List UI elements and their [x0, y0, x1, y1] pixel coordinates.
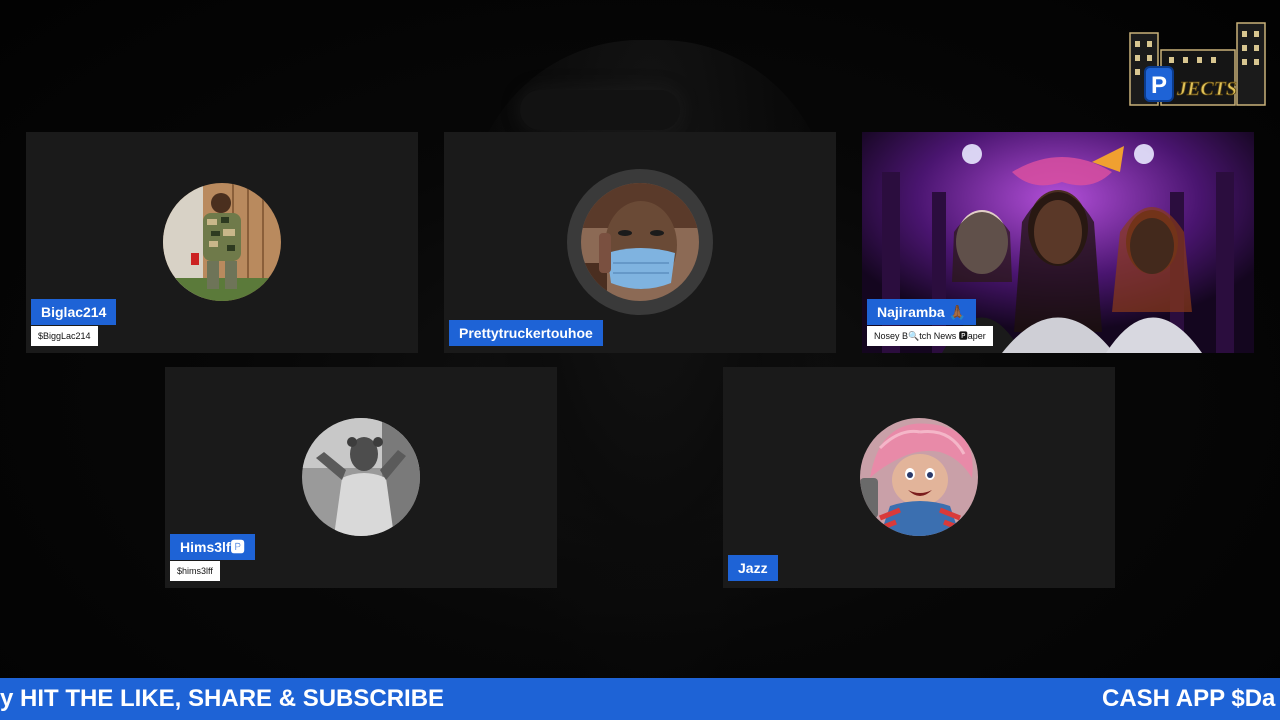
- face-mask-person-avatar: [581, 183, 699, 301]
- participant-cashtag: $BiggLac214: [31, 326, 98, 346]
- ticker-message-subscribe: y HIT THE LIKE, SHARE & SUBSCRIBE: [0, 685, 445, 712]
- participant-tile[interactable]: Najiramba 🙏🏾 Nosey B🔍tch News 🅿aper: [862, 132, 1254, 353]
- participant-name: Najiramba 🙏🏾: [867, 299, 977, 325]
- background-sunglasses: [520, 90, 680, 130]
- stream-stage: P JECTS Biglac214 $BiggLac214 Prettytruc…: [0, 0, 1280, 720]
- participant-subtitle: Nosey B🔍tch News 🅿aper: [867, 326, 993, 346]
- participant-name: Biglac214: [31, 299, 117, 325]
- participant-tile[interactable]: Hims3lf🅿 $hims3lff: [165, 367, 557, 588]
- building-logo-icon: P JECTS: [1129, 22, 1266, 106]
- grayscale-person-avatar: [302, 418, 420, 536]
- svg-text:JECTS: JECTS: [1176, 78, 1237, 100]
- participant-name: Prettytruckertouhoe: [449, 320, 603, 346]
- participant-name: Jazz: [728, 555, 778, 581]
- participant-tile[interactable]: Prettytruckertouhoe: [444, 132, 836, 353]
- projects-logo: P JECTS: [1125, 15, 1270, 115]
- participant-tile[interactable]: Biglac214 $BiggLac214: [26, 132, 418, 353]
- svg-text:P: P: [1151, 72, 1167, 99]
- participant-name: Hims3lf🅿: [170, 534, 255, 560]
- participant-cashtag: $hims3lff: [170, 561, 220, 581]
- scrolling-ticker-banner: y HIT THE LIKE, SHARE & SUBSCRIBE CASH A…: [0, 678, 1280, 720]
- participant-tile[interactable]: Jazz: [723, 367, 1115, 588]
- chucky-doll-avatar: [860, 418, 978, 536]
- ticker-message-cashapp: CASH APP $Da: [1102, 685, 1276, 712]
- camouflage-jacket-person-avatar: [163, 183, 281, 301]
